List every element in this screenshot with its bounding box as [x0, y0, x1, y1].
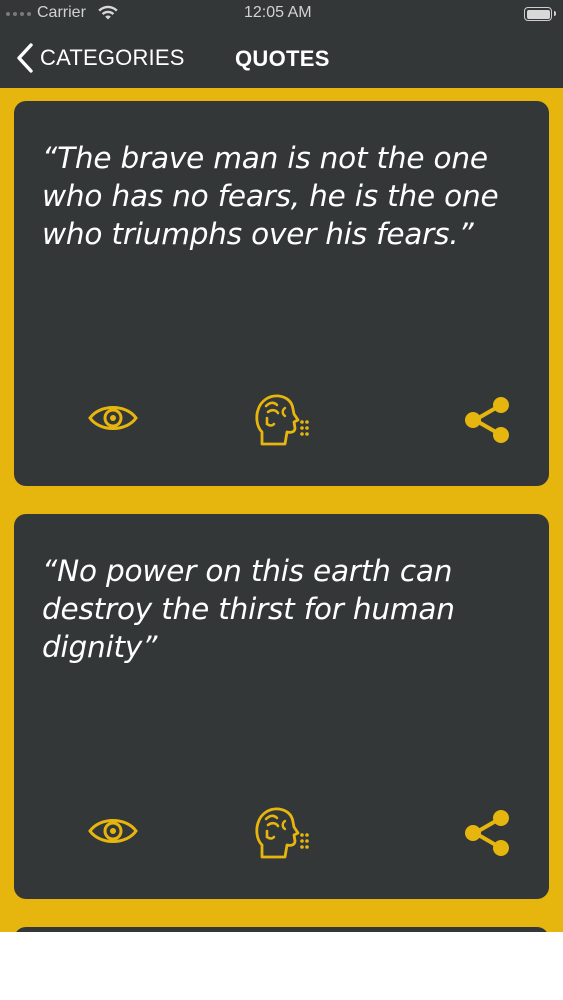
view-button[interactable] — [88, 401, 138, 440]
speaking-head-icon — [255, 394, 309, 446]
navigation-bar: CATEGORIES QUOTES — [0, 38, 563, 78]
page-title: QUOTES — [235, 46, 330, 71]
top-bar: Carrier 12:05 AM CATEGORIES QUOTES — [0, 0, 563, 88]
quote-card: “No power on this earth can destroy the … — [14, 514, 549, 899]
speak-button[interactable] — [252, 805, 312, 866]
view-button[interactable] — [88, 814, 138, 853]
chevron-left-icon — [17, 43, 33, 73]
carrier-label: Carrier — [37, 4, 86, 21]
status-bar: Carrier 12:05 AM — [0, 0, 563, 30]
back-button-label: CATEGORIES — [40, 45, 185, 70]
speaking-head-icon — [255, 807, 309, 859]
quote-card: “The brave man is not the one who has no… — [14, 101, 549, 486]
eye-icon — [88, 819, 138, 843]
signal-icon — [6, 12, 32, 16]
quote-text: “The brave man is not the one who has no… — [42, 141, 499, 251]
speak-button[interactable] — [252, 392, 312, 453]
quote-card — [14, 927, 549, 932]
app-screen: Carrier 12:05 AM CATEGORIES QUOTES “The … — [0, 0, 563, 932]
eye-icon — [88, 406, 138, 430]
share-button[interactable] — [460, 806, 514, 865]
quote-text: “No power on this earth can destroy the … — [42, 554, 455, 664]
share-icon — [465, 810, 509, 856]
wifi-icon — [98, 5, 118, 20]
back-button[interactable]: CATEGORIES — [16, 42, 185, 74]
share-button[interactable] — [460, 393, 514, 452]
battery-icon — [524, 7, 556, 21]
share-icon — [465, 397, 509, 443]
status-time: 12:05 AM — [244, 4, 312, 21]
